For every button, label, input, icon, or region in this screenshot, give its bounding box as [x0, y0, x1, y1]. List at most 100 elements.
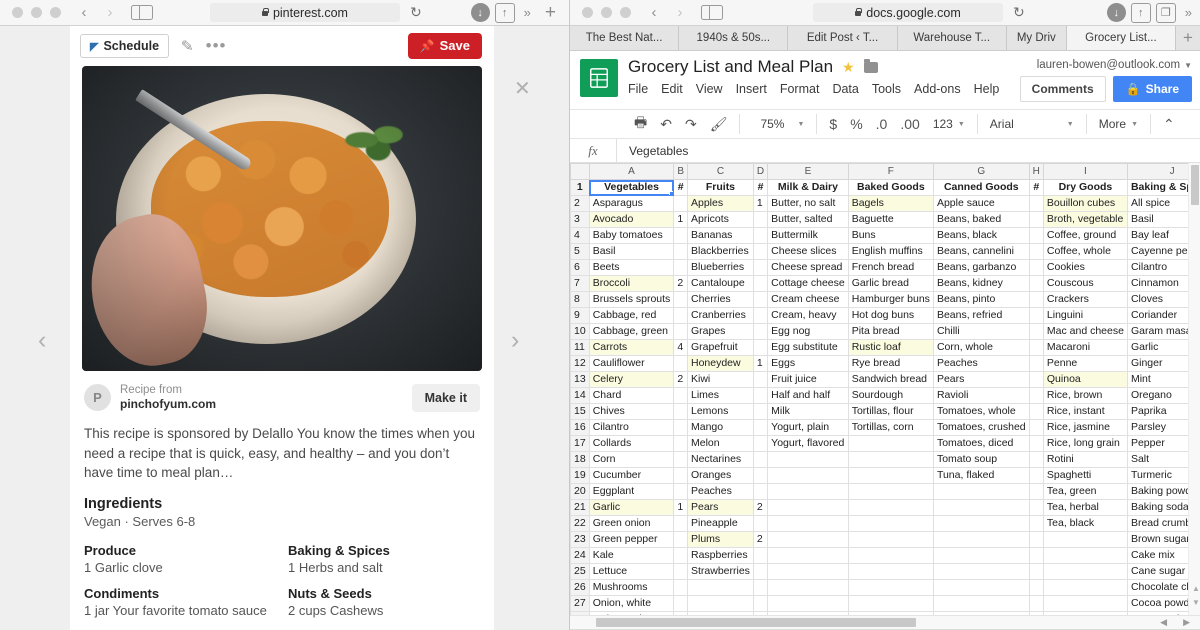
cell[interactable]	[932, 499, 1030, 516]
row-header[interactable]: 19	[570, 467, 590, 484]
cell[interactable]: Blackberries	[686, 243, 754, 260]
cell[interactable]: Cottage cheese	[767, 275, 849, 292]
cell[interactable]	[847, 515, 934, 532]
cell[interactable]	[673, 243, 688, 260]
cell[interactable]	[752, 611, 769, 615]
cell[interactable]	[932, 595, 1030, 612]
cell[interactable]: Mac and cheese	[1042, 323, 1128, 340]
edit-pencil-icon[interactable]: ✎	[181, 37, 194, 56]
cell[interactable]	[847, 595, 934, 612]
cell[interactable]: Apricots	[686, 211, 754, 228]
cell[interactable]: Milk	[767, 403, 849, 420]
table-row[interactable]: 10 Cabbage, green Grapes Egg nog Pita bread C…	[570, 323, 1200, 340]
scroll-up-icon[interactable]: ▲	[1192, 584, 1200, 593]
cell[interactable]: Green onion	[588, 515, 675, 532]
cell[interactable]: 2	[673, 275, 688, 292]
cell[interactable]: Chives	[588, 403, 675, 420]
cell[interactable]: Vegetables	[588, 179, 675, 196]
cell[interactable]	[752, 403, 769, 420]
cell[interactable]	[673, 531, 688, 548]
cell[interactable]: Honeydew	[686, 355, 754, 372]
table-row[interactable]: 25LettuceStrawberriesCane sugarW	[570, 563, 1200, 580]
cell[interactable]	[752, 227, 769, 244]
cell[interactable]: Canned Goods	[932, 179, 1030, 196]
row-header[interactable]: 10	[570, 323, 590, 340]
cell[interactable]: Kale	[588, 547, 675, 564]
cell[interactable]: Baguette	[847, 211, 934, 228]
cell[interactable]: #	[752, 179, 769, 196]
cell[interactable]: 4	[673, 339, 688, 356]
column-header-c[interactable]: C	[686, 163, 754, 180]
table-row[interactable]: 15 Chives Lemons Milk Tortillas, flour Tomato…	[570, 403, 1200, 420]
cell[interactable]: Macaroni	[1042, 339, 1128, 356]
tab-overview-icon[interactable]: ❐	[1155, 2, 1176, 23]
table-row[interactable]: 17 Collards Melon Yogurt, flavored Tomatoes,…	[570, 435, 1200, 452]
table-row[interactable]: 3 Avocado 1 Apricots Butter, salted Baguette B…	[570, 211, 1200, 228]
table-row[interactable]: 27 Onion, white Cocoa powder	[570, 595, 1200, 612]
table-row[interactable]: 23Green pepperPlums2Brown sugarTo	[570, 531, 1200, 548]
cell[interactable]	[752, 419, 769, 436]
table-row[interactable]: 7 Broccoli 2 Cantaloupe Cottage cheese Garlic…	[570, 275, 1200, 292]
cell[interactable]: French bread	[847, 259, 934, 276]
cell[interactable]: Baby tomatoes	[588, 227, 675, 244]
cell[interactable]	[847, 563, 934, 580]
star-icon[interactable]: ★	[842, 59, 855, 76]
more-menu[interactable]: More ▼	[1099, 117, 1138, 131]
cell[interactable]	[767, 579, 849, 596]
cell[interactable]: Celery	[588, 371, 675, 388]
table-row[interactable]: 13 Celery 2 Kiwi Fruit juice Sandwich bread Pe…	[570, 371, 1200, 388]
cell[interactable]	[1028, 451, 1044, 468]
share-icon[interactable]: ↑	[494, 2, 515, 23]
cell[interactable]	[1028, 547, 1044, 564]
cell[interactable]: Sourdough	[847, 387, 934, 404]
cell[interactable]: Couscous	[1042, 275, 1128, 292]
cell[interactable]	[1028, 195, 1044, 212]
cell[interactable]: Beans, baked	[932, 211, 1030, 228]
column-header-b[interactable]: B	[673, 163, 688, 180]
browser-tab[interactable]: 1940s & 50s...	[679, 26, 789, 50]
cell[interactable]: Buns	[847, 227, 934, 244]
row-header[interactable]: 27	[570, 595, 590, 612]
cell[interactable]	[1042, 611, 1128, 615]
row-header[interactable]: 23	[570, 531, 590, 548]
folder-icon[interactable]	[863, 58, 878, 73]
reload-icon[interactable]: ↻	[1013, 4, 1025, 21]
window-traffic-lights[interactable]	[574, 7, 641, 18]
cell[interactable]: Eggplant	[588, 483, 675, 500]
account-email[interactable]: lauren-bowen@outlook.com ▼	[1037, 59, 1192, 71]
row-header[interactable]: 24	[570, 547, 590, 564]
cell[interactable]	[932, 563, 1030, 580]
cell[interactable]: Pineapple	[686, 515, 754, 532]
cell[interactable]: Hamburger buns	[847, 291, 934, 308]
cell[interactable]	[673, 579, 688, 596]
left-address-bar[interactable]: pinterest.com ↻	[161, 3, 471, 22]
row-header[interactable]: 6	[570, 259, 590, 276]
more-toolbar-icon[interactable]: »	[520, 5, 533, 20]
cell[interactable]	[673, 595, 688, 612]
cell[interactable]	[847, 531, 934, 548]
cell[interactable]: Nectarines	[686, 451, 754, 468]
cell[interactable]	[752, 339, 769, 356]
cell[interactable]	[752, 515, 769, 532]
cell[interactable]	[752, 275, 769, 292]
formula-input[interactable]: Vegetables	[616, 139, 1200, 162]
previous-pin-icon[interactable]: ‹	[38, 326, 46, 355]
cell[interactable]	[1028, 483, 1044, 500]
cell[interactable]	[1028, 355, 1044, 372]
cell[interactable]	[932, 547, 1030, 564]
table-row[interactable]: 4 Baby tomatoes Bananas Buttermilk Buns Beans…	[570, 227, 1200, 244]
download-icon[interactable]: ↓	[470, 3, 490, 22]
table-row[interactable]: 5 Basil Blackberries Cheese slices English m…	[570, 243, 1200, 260]
row-header[interactable]: 18	[570, 451, 590, 468]
cell[interactable]: Eggs	[767, 355, 849, 372]
cell[interactable]: Bananas	[686, 227, 754, 244]
cell[interactable]: Cantaloupe	[686, 275, 754, 292]
reload-icon[interactable]: ↻	[410, 4, 422, 21]
new-tab-button[interactable]: +	[538, 2, 563, 24]
cell[interactable]: Coffee, ground	[1042, 227, 1128, 244]
back-icon[interactable]: ‹	[641, 3, 667, 23]
table-row[interactable]: 19 Cucumber Oranges Tuna, flaked Spaghetti Tu…	[570, 467, 1200, 484]
row-header[interactable]: 16	[570, 419, 590, 436]
table-row[interactable]: 2 Asparagus Apples 1 Butter, no salt Bagels Ap…	[570, 195, 1200, 212]
cell[interactable]	[686, 595, 754, 612]
